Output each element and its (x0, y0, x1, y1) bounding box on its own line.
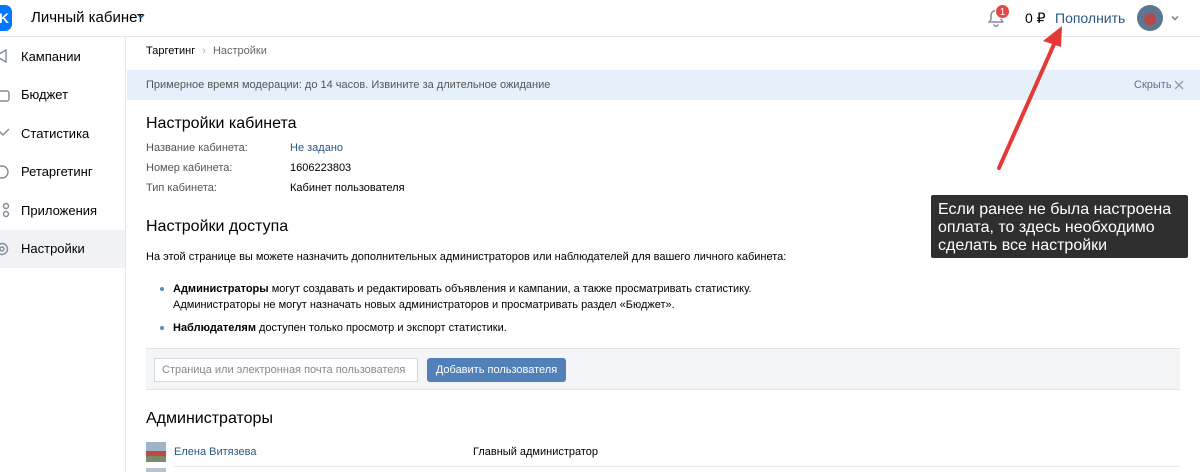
sidebar-item-budget[interactable]: Бюджет (0, 76, 125, 115)
cabinet-settings-title: Настройки кабинета (146, 115, 297, 132)
top-header: K Личный кабинет 1 0 ₽ Пополнить (0, 0, 1200, 37)
megaphone-icon (0, 48, 7, 64)
admins-bold-label: Администраторы (173, 283, 269, 295)
access-description: На этой странице вы можете назначить доп… (146, 251, 787, 263)
observers-text: доступен только просмотр и экспорт стати… (255, 322, 507, 334)
administrators-title: Администраторы (146, 410, 273, 427)
sidebar-item-statistics[interactable]: Статистика (0, 114, 125, 153)
annotation-line: оплата, то здесь необходимо (938, 219, 1155, 236)
wallet-icon (0, 89, 10, 102)
admins-bullet: Администраторы могут создавать и редакти… (173, 281, 752, 297)
admins-text-line2: Администраторы не могут назначать новых … (173, 299, 675, 311)
cabinet-number-label: Номер кабинета: (146, 162, 233, 174)
avatar[interactable] (146, 468, 166, 472)
cabinet-name-value[interactable]: Не задано (290, 142, 343, 154)
chevron-down-icon[interactable] (136, 11, 146, 21)
avatar[interactable] (1137, 5, 1163, 31)
annotation-callout: Если ранее не была настроена оплата, то … (931, 195, 1188, 258)
observers-bold-label: Наблюдателям (173, 322, 256, 334)
topup-link[interactable]: Пополнить (1055, 10, 1125, 26)
sidebar-item-label: Бюджет (21, 87, 69, 103)
sidebar-item-campaigns[interactable]: Кампании (0, 37, 125, 76)
moderation-notice: Примерное время модерации: до 14 часов. … (127, 70, 1200, 100)
notice-hide-button[interactable]: Скрыть (1134, 79, 1172, 91)
admin-role: Главный администратор (473, 446, 599, 458)
sidebar-item-label: Приложения (21, 202, 98, 218)
sidebar-item-retargeting[interactable]: Ретаргетинг (0, 153, 125, 192)
breadcrumb: Таргетинг › Настройки (146, 45, 267, 57)
add-user-button[interactable]: Добавить пользователя (427, 358, 566, 382)
sidebar: Кампании Бюджет Статистика Ретаргетинг П… (0, 37, 126, 472)
sidebar-item-settings[interactable]: Настройки (0, 229, 125, 268)
cabinet-type-label: Тип кабинета: (146, 182, 217, 194)
bullet-dot (160, 287, 164, 291)
sidebar-item-label: Кампании (21, 48, 81, 64)
sidebar-item-label: Ретаргетинг (21, 164, 93, 180)
vk-logo[interactable]: K (0, 5, 12, 31)
annotation-line: сделать все настройки (938, 237, 1108, 254)
user-search-input[interactable] (154, 358, 418, 382)
close-icon[interactable] (1173, 79, 1185, 91)
breadcrumb-separator: › (202, 45, 206, 57)
notification-badge: 1 (995, 4, 1010, 19)
avatar[interactable] (146, 442, 166, 462)
row-divider (174, 466, 1180, 467)
sidebar-item-apps[interactable]: Приложения (0, 191, 125, 230)
access-settings-title: Настройки доступа (146, 218, 289, 235)
target-icon (0, 164, 9, 179)
cabinet-title[interactable]: Личный кабинет (31, 9, 144, 26)
gear-icon (0, 242, 9, 255)
breadcrumb-targeting-link[interactable]: Таргетинг (146, 45, 195, 57)
bullet-dot (160, 326, 164, 330)
chart-icon (0, 128, 10, 136)
balance-value: 0 ₽ (1025, 10, 1046, 26)
notice-text: Примерное время модерации: до 14 часов. … (146, 79, 551, 91)
admins-text: могут создавать и редактировать объявлен… (268, 283, 752, 295)
sidebar-item-label: Статистика (21, 125, 90, 141)
breadcrumb-current: Настройки (212, 45, 267, 57)
cabinet-name-label: Название кабинета: (146, 142, 248, 154)
cabinet-type-value: Кабинет пользователя (290, 182, 405, 194)
add-user-panel: Добавить пользователя (146, 348, 1180, 390)
cabinet-number-value: 1606223803 (290, 162, 352, 174)
sidebar-item-label: Настройки (21, 241, 85, 257)
annotation-line: Если ранее не была настроена (938, 201, 1172, 218)
observers-bullet: Наблюдателям доступен только просмотр и … (173, 320, 507, 336)
admin-name-link[interactable]: Елена Витязева (174, 446, 256, 458)
apps-icon (2, 202, 10, 218)
chevron-down-icon[interactable] (1170, 13, 1180, 23)
